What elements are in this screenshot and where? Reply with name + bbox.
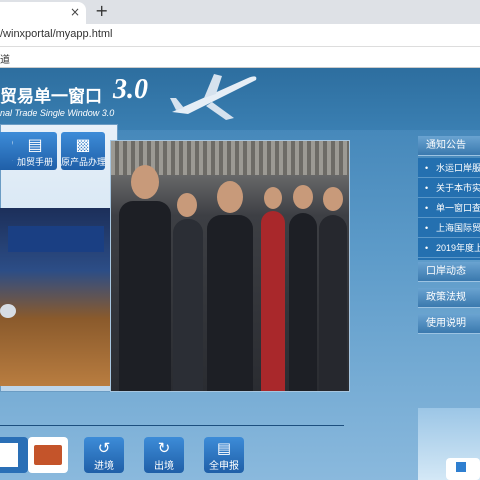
port-news-header[interactable]: 口岸动态 bbox=[418, 262, 480, 282]
photo-person bbox=[261, 211, 285, 391]
browser-tab[interactable]: × bbox=[0, 2, 86, 24]
hall-screen bbox=[8, 226, 104, 252]
photo-person bbox=[119, 201, 171, 391]
photo-head bbox=[293, 185, 313, 209]
full-declaration-button[interactable]: ▤ 全申报 bbox=[204, 437, 244, 473]
truck-out-icon: ↻ bbox=[157, 439, 171, 457]
photo-head bbox=[217, 181, 243, 213]
policy-header[interactable]: 政策法规 bbox=[418, 288, 480, 308]
notice-item[interactable]: 2019年度上 bbox=[418, 238, 480, 258]
close-tab-icon[interactable]: × bbox=[70, 5, 80, 19]
site-title-cn: 贸易单一窗口 bbox=[0, 87, 102, 106]
manual-icon: ▤ bbox=[27, 135, 43, 154]
document-icon: ▤ bbox=[216, 439, 232, 457]
single-window-page: 贸易单一窗口 3.0 nal Trade Single Window 3.0 ⚲… bbox=[0, 68, 480, 480]
bookmarks-bar: 道 bbox=[0, 47, 480, 68]
notice-item[interactable]: 水运口岸服 bbox=[418, 158, 480, 178]
photo-head bbox=[131, 165, 159, 199]
photo-person bbox=[207, 215, 253, 391]
window-icon[interactable] bbox=[446, 458, 480, 480]
notice-item[interactable]: 关于本市实 bbox=[418, 178, 480, 198]
photo-head bbox=[177, 193, 197, 217]
notice-header[interactable]: 通知公告 bbox=[418, 136, 480, 156]
tool-manual-button[interactable]: ▤ 加贸手册 bbox=[13, 132, 57, 170]
bookmark-item[interactable]: 道 bbox=[0, 51, 10, 66]
certificate-icon: ▩ bbox=[75, 135, 91, 154]
site-title-version: 3.0 bbox=[113, 74, 148, 105]
news-photo bbox=[110, 140, 350, 392]
airplane-icon bbox=[170, 74, 257, 120]
notice-item[interactable]: 上海国际贸 bbox=[418, 218, 480, 238]
package-icon bbox=[34, 445, 62, 465]
globe-icon bbox=[0, 443, 18, 467]
notice-list: 水运口岸服 关于本市实 单一窗口查 上海国际贸 2019年度上 bbox=[418, 158, 480, 260]
divider-line bbox=[0, 425, 344, 426]
address-bar[interactable]: /winxportal/myapp.html bbox=[0, 24, 480, 47]
new-tab-button[interactable]: + bbox=[95, 1, 108, 20]
hall-light bbox=[0, 304, 16, 318]
photo-person bbox=[319, 215, 347, 391]
usage-header[interactable]: 使用说明 bbox=[418, 314, 480, 334]
tool-origin-button[interactable]: ▩ 原产品办理 bbox=[61, 132, 105, 170]
browser-tab-bar: × + bbox=[0, 0, 480, 24]
site-banner: 贸易单一窗口 3.0 nal Trade Single Window 3.0 bbox=[0, 68, 480, 130]
site-title-en: nal Trade Single Window 3.0 bbox=[0, 108, 115, 118]
hall-photo bbox=[0, 208, 112, 386]
photo-person bbox=[289, 213, 317, 391]
package-button[interactable] bbox=[28, 437, 68, 473]
window-icon-square bbox=[456, 462, 466, 472]
truck-in-icon: ↺ bbox=[97, 439, 111, 457]
photo-head bbox=[323, 187, 343, 211]
notice-item[interactable]: 单一窗口查 bbox=[418, 198, 480, 218]
globe-button[interactable] bbox=[0, 437, 28, 473]
photo-person bbox=[173, 219, 203, 391]
photo-head bbox=[264, 187, 282, 209]
entry-button[interactable]: ↺ 进境 bbox=[84, 437, 124, 473]
exit-button[interactable]: ↻ 出境 bbox=[144, 437, 184, 473]
url-text[interactable]: /winxportal/myapp.html bbox=[0, 28, 113, 40]
